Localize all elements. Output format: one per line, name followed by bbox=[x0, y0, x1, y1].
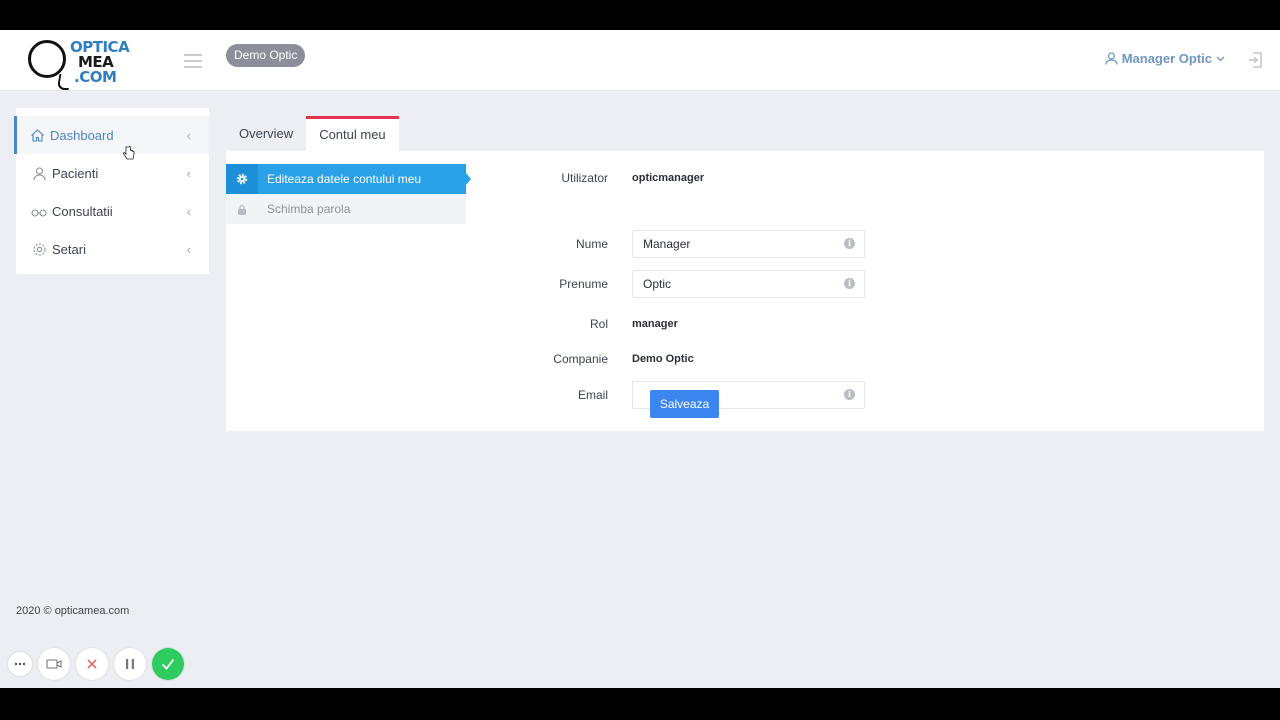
tab-bar: Overview Contul meu bbox=[226, 116, 399, 152]
row-rol: Rol manager bbox=[226, 310, 1264, 338]
chevron-left-icon: ‹ bbox=[186, 242, 191, 257]
sidebar-item-setari[interactable]: Setari ‹ bbox=[16, 230, 209, 268]
chevron-left-icon: ‹ bbox=[186, 128, 191, 143]
finish-recording-button[interactable] bbox=[152, 648, 184, 680]
companie-value: Demo Optic bbox=[632, 353, 694, 365]
glasses-icon bbox=[31, 203, 47, 219]
recording-controls bbox=[8, 648, 184, 680]
info-icon: i bbox=[844, 278, 855, 289]
prenume-label: Prenume bbox=[559, 277, 608, 291]
user-icon bbox=[31, 165, 47, 181]
rol-label: Rol bbox=[589, 317, 608, 331]
top-bar: OPTICA MEA .COM Demo Optic Manager Optic bbox=[0, 30, 1280, 91]
sidebar-item-label: Setari bbox=[52, 241, 86, 257]
menu-toggle-icon[interactable] bbox=[184, 54, 202, 68]
save-button[interactable]: Salveaza bbox=[650, 390, 719, 418]
user-menu[interactable]: Manager Optic bbox=[1105, 51, 1225, 66]
camera-icon bbox=[46, 659, 62, 669]
sidebar-item-label: Pacienti bbox=[52, 165, 99, 181]
logout-icon[interactable] bbox=[1248, 52, 1262, 68]
sidebar-item-label: Dashboard bbox=[50, 127, 114, 143]
logo-text: OPTICA MEA .COM bbox=[70, 40, 130, 86]
lock-icon bbox=[226, 194, 258, 224]
camera-toggle-button[interactable] bbox=[38, 648, 70, 680]
sidebar: Dashboard ‹ Pacienti ‹ Consultatii ‹ Set… bbox=[14, 108, 209, 274]
app-window: OPTICA MEA .COM Demo Optic Manager Optic… bbox=[0, 30, 1280, 688]
rol-value: manager bbox=[632, 318, 678, 330]
row-companie: Companie Demo Optic bbox=[226, 345, 1264, 373]
checkmark-icon bbox=[161, 658, 175, 670]
chevron-left-icon: ‹ bbox=[186, 204, 191, 219]
user-icon bbox=[1105, 52, 1118, 65]
sidebar-item-consultatii[interactable]: Consultatii ‹ bbox=[16, 192, 209, 230]
info-icon: i bbox=[844, 389, 855, 400]
email-label: Email bbox=[577, 388, 608, 402]
sidebar-item-label: Consultatii bbox=[52, 203, 113, 219]
companie-label: Companie bbox=[553, 352, 608, 366]
info-icon: i bbox=[844, 238, 855, 249]
utilizator-label: Utilizator bbox=[561, 171, 608, 185]
tab-contul-meu[interactable]: Contul meu bbox=[306, 116, 399, 152]
more-icon bbox=[14, 662, 26, 666]
row-utilizator: Utilizator opticmanager bbox=[226, 164, 1264, 192]
sidebar-item-pacienti[interactable]: Pacienti ‹ bbox=[16, 154, 209, 192]
home-icon bbox=[29, 127, 45, 143]
chevron-left-icon: ‹ bbox=[186, 166, 191, 181]
row-nume: Nume i bbox=[226, 230, 1264, 258]
pause-recording-button[interactable] bbox=[114, 648, 146, 680]
cancel-recording-button[interactable] bbox=[76, 648, 108, 680]
utilizator-value: opticmanager bbox=[632, 172, 705, 184]
hand-cursor-icon bbox=[123, 146, 135, 160]
footer-copyright: 2020 © opticamea.com bbox=[16, 605, 130, 617]
sidebar-item-dashboard[interactable]: Dashboard ‹ bbox=[14, 116, 209, 154]
nume-label: Nume bbox=[575, 237, 608, 251]
row-prenume: Prenume i bbox=[226, 270, 1264, 298]
logo-line-3: .COM bbox=[74, 68, 117, 86]
prenume-field[interactable] bbox=[632, 270, 865, 298]
row-email: Email i bbox=[226, 381, 1264, 409]
company-badge: Demo Optic bbox=[226, 44, 306, 67]
user-menu-label: Manager Optic bbox=[1121, 51, 1212, 66]
tab-overview[interactable]: Overview bbox=[226, 116, 306, 152]
logo-circle bbox=[28, 40, 66, 78]
gear-icon bbox=[31, 241, 47, 257]
chevron-down-icon bbox=[1216, 56, 1225, 62]
account-panel: Editeaza datele contului meu Schimba par… bbox=[226, 151, 1264, 431]
more-options-button[interactable] bbox=[8, 652, 32, 676]
logo[interactable]: OPTICA MEA .COM bbox=[28, 38, 130, 94]
subnav-label: Schimba parola bbox=[267, 202, 351, 216]
close-icon bbox=[87, 659, 97, 669]
subnav-change-password[interactable]: Schimba parola bbox=[226, 194, 466, 224]
pause-icon bbox=[126, 659, 134, 669]
nume-field[interactable] bbox=[632, 230, 865, 258]
